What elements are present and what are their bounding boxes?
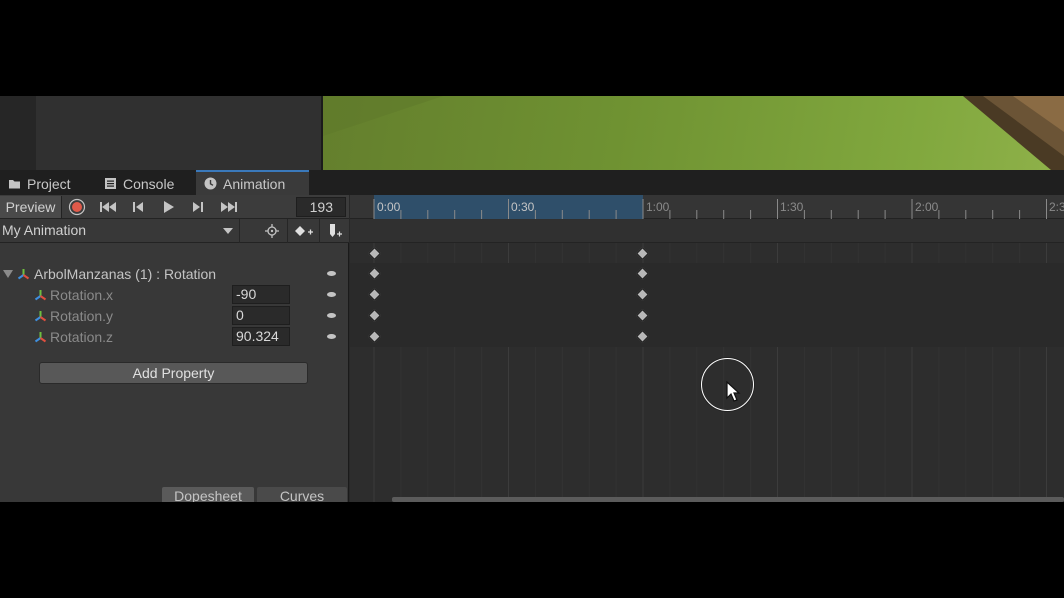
- rotation-z-field[interactable]: 90.324: [232, 327, 290, 346]
- property-row-rotation-x[interactable]: Rotation.x -90: [0, 284, 349, 305]
- tab-project-label: Project: [27, 175, 71, 192]
- tab-console[interactable]: Console: [96, 172, 182, 195]
- console-icon: [105, 178, 116, 189]
- chevron-down-icon: [223, 228, 233, 234]
- first-keyframe-button[interactable]: [94, 196, 122, 218]
- clip-bar: My Animation: [0, 219, 349, 243]
- keyframe-diamond[interactable]: [636, 247, 649, 260]
- keyframe-diamond[interactable]: [368, 267, 381, 280]
- last-keyframe-button[interactable]: [215, 196, 243, 218]
- add-event-button[interactable]: [320, 219, 349, 243]
- keyframe-row-rotation-y[interactable]: [350, 305, 1064, 326]
- transform-icon: [17, 269, 30, 280]
- keyframe-row-summary[interactable]: [350, 243, 1064, 264]
- ruler-label-3: 1:30: [780, 200, 804, 214]
- preview-button[interactable]: Preview: [0, 196, 62, 218]
- tab-console-label: Console: [123, 175, 175, 192]
- keyframe-row-rotation[interactable]: [350, 263, 1064, 284]
- keyframe-row-rotation-x[interactable]: [350, 284, 1064, 305]
- property-row-rotation-y[interactable]: Rotation.y 0: [0, 305, 349, 326]
- add-keyframe-icon: [294, 226, 313, 236]
- ruler-label-5: 2:3: [1049, 200, 1064, 214]
- keyframe-diamond[interactable]: [368, 309, 381, 322]
- scene-view: [0, 96, 1064, 170]
- scene-left-panel: [0, 96, 36, 170]
- ruler-label-0: 0:00: [377, 200, 401, 214]
- playback-toolbar: Preview 193: [0, 195, 349, 219]
- keyframe-diamond[interactable]: [368, 247, 381, 260]
- add-event-icon: [329, 224, 342, 237]
- keyframe-diamond[interactable]: [368, 288, 381, 301]
- key-dot-icon[interactable]: [327, 334, 336, 339]
- clip-name: My Animation: [2, 222, 87, 238]
- skip-start-icon: [100, 202, 116, 212]
- scene-viewport[interactable]: [323, 96, 1064, 170]
- ruler-label-1: 0:30: [511, 200, 535, 214]
- clip-dropdown[interactable]: My Animation: [0, 219, 240, 243]
- keyframe-diamond[interactable]: [368, 330, 381, 343]
- play-icon: [164, 201, 174, 213]
- event-lane[interactable]: [350, 219, 1064, 243]
- rotation-x-field[interactable]: -90: [232, 285, 290, 304]
- record-icon: [68, 198, 86, 216]
- transform-icon: [34, 332, 47, 343]
- folder-icon: [9, 180, 20, 189]
- tab-animation[interactable]: Animation: [196, 170, 309, 195]
- property-group-rotation[interactable]: ArbolManzanas (1) : Rotation: [0, 263, 349, 284]
- key-dot-icon[interactable]: [327, 292, 336, 297]
- keyframe-diamond[interactable]: [636, 309, 649, 322]
- expand-triangle-icon[interactable]: [3, 270, 13, 278]
- transform-icon: [34, 290, 47, 301]
- tab-dopesheet[interactable]: Dopesheet: [162, 487, 254, 502]
- key-dot-icon[interactable]: [327, 271, 336, 276]
- property-row-rotation-z[interactable]: Rotation.z 90.324: [0, 326, 349, 347]
- ruler-label-4: 2:00: [915, 200, 939, 214]
- next-keyframe-button[interactable]: [184, 196, 212, 218]
- tab-bar: Project Console Animation: [0, 170, 1064, 195]
- tab-project[interactable]: Project: [0, 172, 79, 195]
- time-ruler[interactable]: 0:00 0:30 1:00 1:30 2:00 2:3: [350, 195, 1064, 219]
- mouse-pointer-icon: [726, 381, 741, 402]
- step-back-icon: [133, 202, 143, 212]
- record-button[interactable]: [63, 196, 91, 218]
- animation-window: Project Console Animation Preview 193 My…: [0, 170, 1064, 502]
- frame-input[interactable]: 193: [296, 197, 346, 217]
- skip-end-icon: [221, 202, 237, 212]
- scene-hierarchy-panel: [36, 96, 322, 170]
- property-group-label: ArbolManzanas (1) : Rotation: [34, 265, 217, 282]
- ruler-ticks: [373, 199, 1047, 219]
- cursor-click-indicator: [701, 358, 754, 411]
- keyframe-diamond[interactable]: [636, 288, 649, 301]
- previous-keyframe-button[interactable]: [124, 196, 152, 218]
- transform-icon: [34, 311, 47, 322]
- property-label: Rotation.y: [50, 307, 114, 324]
- dopesheet-area[interactable]: 0:00 0:30 1:00 1:30 2:00 2:3: [350, 195, 1064, 502]
- rotation-y-field[interactable]: 0: [232, 306, 290, 325]
- keyframe-diamond[interactable]: [636, 267, 649, 280]
- keyframe-row-rotation-z[interactable]: [350, 326, 1064, 347]
- terrain-graphic: [323, 96, 1064, 170]
- play-button[interactable]: [154, 196, 182, 218]
- keyframe-diamond[interactable]: [636, 330, 649, 343]
- crosshair-icon: [264, 224, 279, 238]
- ruler-label-2: 1:00: [646, 200, 670, 214]
- add-property-button[interactable]: Add Property: [39, 362, 308, 384]
- horizontal-scrollbar[interactable]: [392, 497, 1064, 502]
- property-label: Rotation.z: [50, 328, 114, 345]
- clock-icon: [204, 177, 217, 190]
- tab-animation-label: Animation: [223, 175, 286, 192]
- key-dot-icon[interactable]: [327, 313, 336, 318]
- step-forward-icon: [193, 202, 203, 212]
- property-pane: Preview 193 My Animation ArbolManzanas (…: [0, 195, 349, 502]
- property-label: Rotation.x: [50, 286, 114, 303]
- tab-curves[interactable]: Curves: [257, 487, 347, 502]
- filter-selection-button[interactable]: [256, 219, 288, 243]
- add-keyframe-button[interactable]: [288, 219, 320, 243]
